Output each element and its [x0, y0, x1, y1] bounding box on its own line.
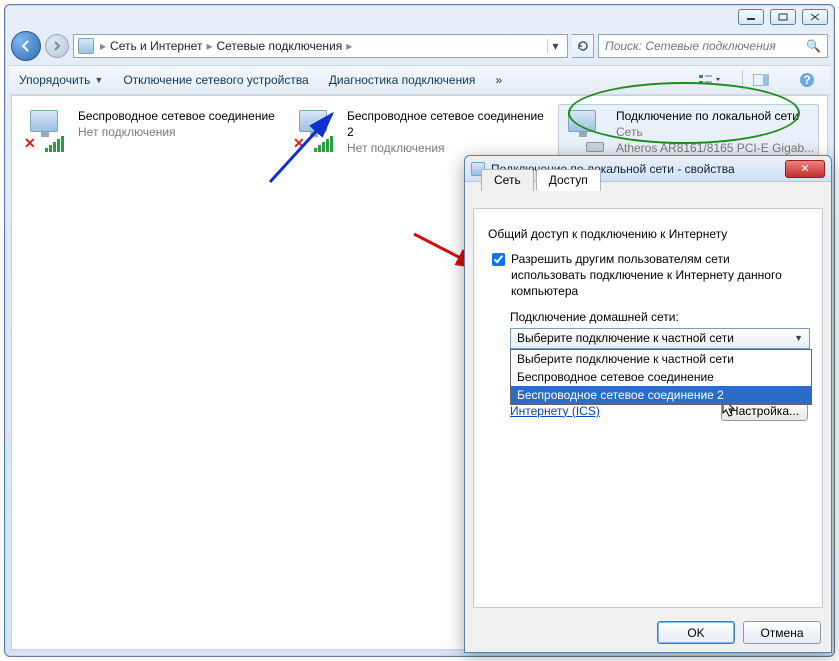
home-connection-combo[interactable]: Выберите подключение к частной сети ▼ Вы…: [510, 328, 810, 349]
view-options-button[interactable]: [696, 69, 722, 91]
address-bar[interactable]: ▸ Сеть и Интернет ▸ Сетевые подключения …: [73, 34, 568, 58]
forward-button[interactable]: [45, 34, 69, 58]
lan-icon: [562, 108, 610, 152]
cancel-button[interactable]: Отмена: [743, 621, 821, 644]
connection-name: Подключение по локальной сети: [616, 108, 815, 124]
search-input[interactable]: [605, 39, 800, 53]
chevron-down-icon: ▼: [794, 333, 803, 343]
tab-network[interactable]: Сеть: [481, 169, 534, 191]
allow-sharing-label: Разрешить другим пользователям сети испо…: [511, 251, 808, 300]
organize-menu[interactable]: Упорядочить ▼: [19, 73, 103, 87]
properties-dialog: Подключение по локальной сети - свойства…: [464, 155, 832, 653]
connection-name: Беспроводное сетевое соединение 2: [347, 108, 546, 140]
dialog-close-button[interactable]: ✕: [785, 160, 825, 178]
refresh-button[interactable]: [572, 34, 594, 58]
window-controls: [738, 9, 828, 25]
back-button[interactable]: [11, 31, 41, 61]
combo-selected-text: Выберите подключение к частной сети: [517, 331, 734, 345]
breadcrumb-seg2[interactable]: Сетевые подключения: [216, 39, 342, 53]
address-dropdown-icon[interactable]: ▾: [547, 39, 563, 53]
location-icon: [78, 38, 94, 54]
navigation-bar: ▸ Сеть и Интернет ▸ Сетевые подключения …: [11, 31, 828, 61]
toolbar: Упорядочить ▼ Отключение сетевого устрой…: [9, 65, 830, 95]
close-button[interactable]: [802, 9, 828, 25]
disconnected-icon: ✕: [293, 135, 305, 152]
help-button[interactable]: ?: [794, 69, 820, 91]
connection-item-wifi1[interactable]: ✕ Беспроводное сетевое соединение Нет по…: [20, 104, 281, 161]
combo-option-highlighted[interactable]: Беспроводное сетевое соединение 2: [511, 386, 811, 404]
breadcrumb[interactable]: ▸ Сеть и Интернет ▸ Сетевые подключения …: [100, 39, 541, 53]
search-box[interactable]: 🔍: [598, 34, 828, 58]
svg-text:?: ?: [803, 73, 810, 87]
tab-sharing[interactable]: Доступ: [536, 169, 601, 191]
preview-pane-button[interactable]: [742, 69, 774, 91]
connection-item-wifi2[interactable]: ✕ Беспроводное сетевое соединение 2 Нет …: [289, 104, 550, 161]
wifi-icon: ✕: [293, 108, 341, 152]
chevron-down-icon: ▼: [94, 75, 103, 85]
connection-status: Нет подключения: [78, 124, 277, 140]
wifi-icon: ✕: [24, 108, 72, 152]
overflow-chevron-icon[interactable]: »: [495, 73, 502, 87]
connection-status: Сеть: [616, 124, 815, 140]
disconnected-icon: ✕: [24, 135, 36, 152]
minimize-button[interactable]: [738, 9, 764, 25]
home-connection-label: Подключение домашней сети:: [488, 310, 808, 324]
dialog-body: Общий доступ к подключению к Интернету Р…: [473, 208, 823, 608]
breadcrumb-seg1[interactable]: Сеть и Интернет: [110, 39, 202, 53]
search-icon: 🔍: [806, 39, 821, 53]
connection-name: Беспроводное сетевое соединение: [78, 108, 277, 124]
combo-dropdown-list: Выберите подключение к частной сети Бесп…: [510, 349, 812, 405]
ics-section-label: Общий доступ к подключению к Интернету: [488, 227, 808, 241]
combo-option[interactable]: Беспроводное сетевое соединение: [511, 368, 811, 386]
allow-sharing-checkbox[interactable]: [492, 253, 505, 266]
connection-item-lan[interactable]: Подключение по локальной сети Сеть Ather…: [558, 104, 819, 161]
combo-option[interactable]: Выберите подключение к частной сети: [511, 350, 811, 368]
ok-button[interactable]: OK: [657, 621, 735, 644]
maximize-button[interactable]: [770, 9, 796, 25]
disable-device-button[interactable]: Отключение сетевого устройства: [123, 73, 308, 87]
diagnose-button[interactable]: Диагностика подключения: [329, 73, 476, 87]
